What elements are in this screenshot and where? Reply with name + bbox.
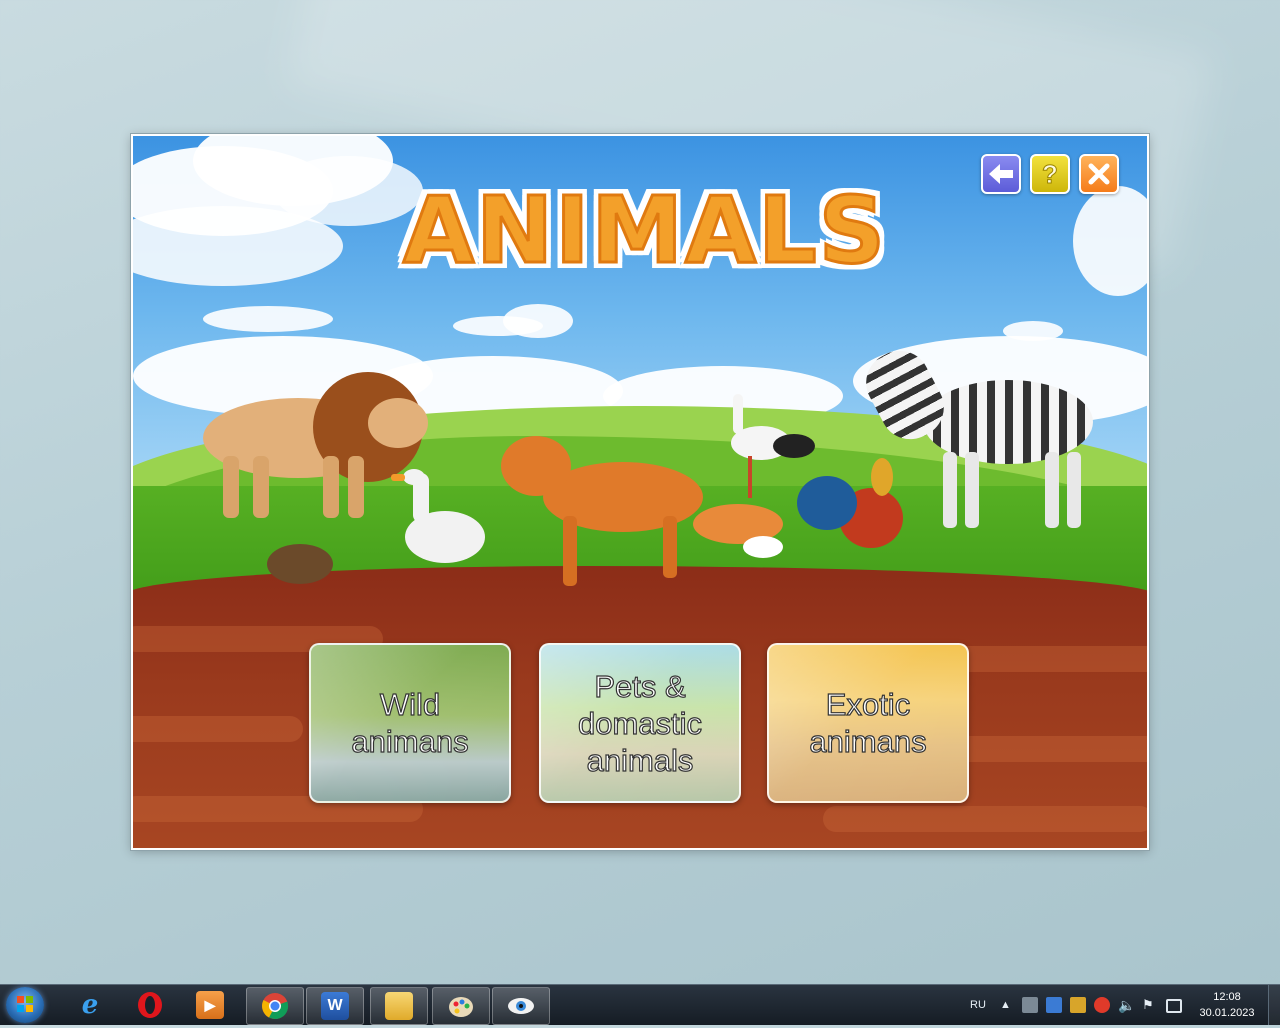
pets-domestic-animals-button[interactable]: Pets & domastic animals <box>539 643 741 803</box>
pets-domestic-animals-label: Pets & domastic animals <box>570 668 710 779</box>
exotic-animals-button[interactable]: Exotic animans <box>767 643 969 803</box>
power-icon[interactable] <box>1166 999 1182 1013</box>
wild-animals-label: Wild animans <box>343 686 476 760</box>
start-button[interactable] <box>6 987 44 1023</box>
windows-logo-icon <box>17 996 33 1012</box>
back-button[interactable] <box>981 154 1021 194</box>
tray-app-icon[interactable] <box>1046 997 1062 1013</box>
cloud <box>203 306 333 332</box>
show-hidden-icons-arrow[interactable]: ▲ <box>1000 985 1011 1025</box>
word-taskbar-button[interactable]: W <box>306 987 364 1025</box>
label-line: Exotic <box>825 686 911 722</box>
eye-icon <box>507 992 535 1020</box>
soil-layer <box>133 716 303 742</box>
help-button[interactable]: ? <box>1030 154 1070 194</box>
app-window: ANIMALS ? Wild animans Pets & domastic a… <box>131 134 1149 850</box>
viewer-taskbar-button[interactable] <box>492 987 550 1025</box>
security-icon[interactable] <box>1070 997 1086 1013</box>
opera-icon <box>136 991 164 1019</box>
folder-icon <box>385 992 413 1020</box>
clock-date: 30.01.2023 <box>1199 1007 1255 1019</box>
page-title: ANIMALS <box>401 176 888 286</box>
exotic-animals-label: Exotic animans <box>801 686 934 760</box>
close-button[interactable] <box>1079 154 1119 194</box>
label-line: Pets & <box>594 668 687 704</box>
network-icon[interactable] <box>1022 997 1038 1013</box>
wild-animals-button[interactable]: Wild animans <box>309 643 511 803</box>
cloud <box>503 304 573 338</box>
antivirus-icon[interactable] <box>1094 997 1110 1013</box>
media-player-taskbar-button[interactable]: ▶ <box>182 987 238 1023</box>
action-center-flag-icon[interactable]: ⚑ <box>1142 985 1154 1025</box>
palette-icon <box>447 992 475 1020</box>
media-player-icon: ▶ <box>196 991 224 1019</box>
label-line: Wild <box>379 686 441 722</box>
label-line: animals <box>586 742 694 778</box>
show-desktop-button[interactable] <box>1268 985 1280 1025</box>
label-line: domastic <box>577 705 703 741</box>
arrow-left-icon <box>989 164 1013 184</box>
clock[interactable]: 12:08 30.01.2023 <box>1196 989 1258 1021</box>
cloud <box>1073 186 1147 296</box>
clock-time: 12:08 <box>1213 991 1241 1003</box>
volume-icon[interactable]: 🔈 <box>1118 985 1135 1025</box>
hedgehog-illustration <box>267 544 333 584</box>
word-icon: W <box>321 992 349 1020</box>
soil-layer <box>823 806 1147 832</box>
main-scene: ANIMALS ? Wild animans Pets & domastic a… <box>133 136 1147 848</box>
label-line: animans <box>351 723 469 759</box>
paint-taskbar-button[interactable] <box>432 987 490 1025</box>
close-icon <box>1088 163 1110 185</box>
chrome-taskbar-button[interactable] <box>246 987 304 1025</box>
language-indicator[interactable]: RU <box>970 985 986 1025</box>
internet-explorer-icon: e <box>81 990 99 1020</box>
opera-taskbar-button[interactable] <box>122 987 178 1023</box>
internet-explorer-taskbar-button[interactable]: e <box>62 987 118 1023</box>
taskbar: e ▶ W RU ▲ � <box>0 984 1280 1025</box>
soil-layer <box>953 736 1147 762</box>
label-line: animans <box>809 723 927 759</box>
chrome-icon <box>261 992 289 1020</box>
file-explorer-taskbar-button[interactable] <box>370 987 428 1025</box>
